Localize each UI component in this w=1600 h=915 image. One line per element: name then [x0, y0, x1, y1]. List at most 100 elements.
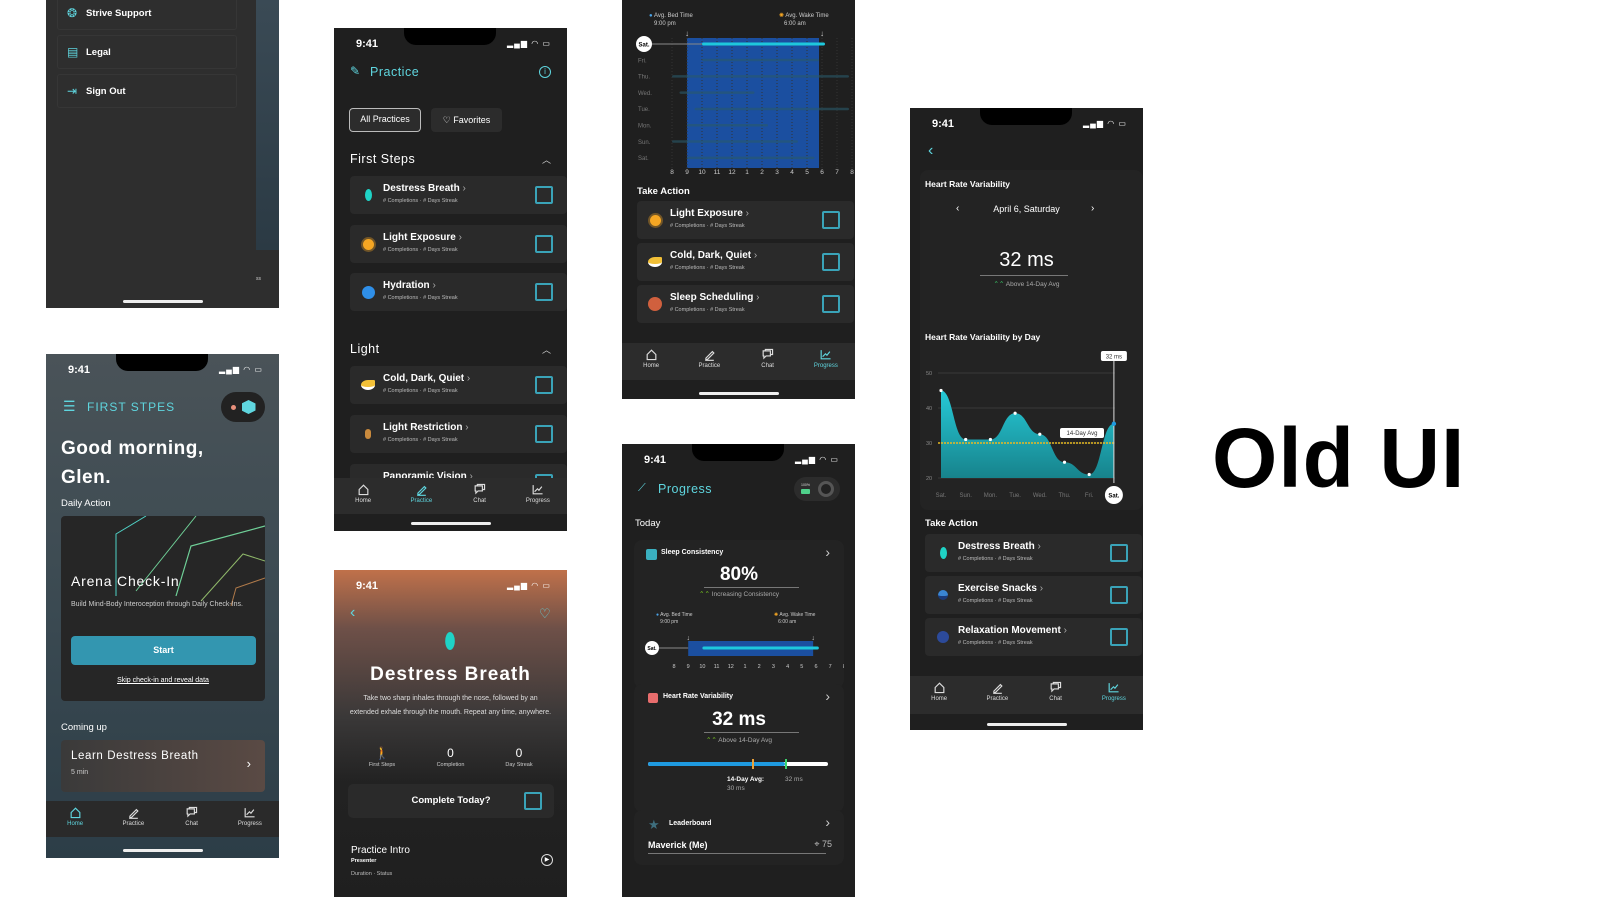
practice-item[interactable]: Destress Breath › # Completions · # Days …	[350, 176, 567, 214]
sleep-consistency-card[interactable]: Sleep Consistency › 80% ⌃⌃ Increasing Co…	[634, 540, 844, 688]
x-tick-label: 2	[758, 664, 761, 670]
complete-checkbox[interactable]	[1110, 586, 1128, 604]
hamburger-menu-icon[interactable]: ☰	[63, 398, 76, 415]
progress-screen: 9:41 ▂▄▆ ◠ ▭ ⟋ Progress 100% Today Sleep…	[622, 444, 855, 897]
start-button[interactable]: Start	[71, 636, 256, 665]
complete-checkbox[interactable]	[535, 235, 553, 253]
complete-checkbox[interactable]	[822, 211, 840, 229]
item-icon-wrap	[360, 187, 376, 203]
battery-icon	[801, 489, 810, 494]
completions-label: # Completions	[958, 640, 994, 646]
data-point	[1038, 432, 1042, 436]
nav-practice[interactable]: Practice	[972, 676, 1022, 714]
item-meta: # Completions · # Days Streak	[670, 223, 745, 229]
notch	[404, 28, 496, 45]
practice-item[interactable]: Hydration › # Completions · # Days Streak	[350, 273, 567, 311]
practice-item[interactable]: Destress Breath › # Completions · # Days …	[925, 534, 1142, 572]
leader-name: Maverick (Me)	[648, 840, 708, 850]
item-name: Light Exposure ›	[383, 232, 462, 243]
nav-practice[interactable]: Practice	[108, 801, 158, 837]
complete-checkbox[interactable]	[524, 792, 542, 810]
nav-chat[interactable]: Chat	[743, 343, 793, 380]
nav-label: Practice	[986, 696, 1009, 702]
collapse-chevron-icon[interactable]: ︿	[542, 343, 551, 356]
home-indicator	[411, 522, 491, 525]
complete-today-row[interactable]: Complete Today?	[348, 784, 554, 818]
chevron-right-icon: ›	[429, 280, 436, 291]
x-tick-label: 10	[699, 664, 705, 670]
stats-row: 🚶 First Steps 0 Completion 0 Day Streak	[348, 746, 553, 768]
practice-item[interactable]: Light Exposure › # Completions · # Days S…	[637, 201, 854, 239]
practice-item[interactable]: Light Exposure › # Completions · # Days S…	[350, 225, 567, 263]
complete-checkbox[interactable]	[535, 376, 553, 394]
practice-item[interactable]: Exercise Snacks › # Completions · # Days …	[925, 576, 1142, 614]
ring-device-icon	[818, 481, 834, 497]
item-icon-wrap	[935, 629, 951, 645]
sun-icon	[649, 214, 661, 226]
upcoming-practice-card[interactable]: Learn Destress Breath 5 min ›	[61, 740, 265, 792]
item-name: Destress Breath ›	[958, 541, 1041, 552]
document-icon: ▤	[67, 45, 79, 59]
nav-chat[interactable]: Chat	[1031, 676, 1081, 714]
practice-item[interactable]: Cold, Dark, Quiet › # Completions · # Day…	[637, 243, 854, 281]
completions-label: # Completions	[383, 295, 419, 301]
avg-reference-label: 14-Day Avg	[1060, 428, 1104, 438]
practice-item[interactable]: Light Restriction › # Completions · # Day…	[350, 415, 567, 453]
moon-cloud-icon	[361, 380, 375, 390]
menu-item-label: Sign Out	[86, 86, 126, 97]
y-tick-label: 50	[926, 371, 932, 377]
complete-checkbox[interactable]	[822, 295, 840, 313]
filter-favorites[interactable]: ♡ Favorites	[431, 108, 502, 132]
next-date-button[interactable]: ›	[1091, 203, 1094, 214]
nav-practice[interactable]: Practice	[684, 343, 734, 380]
hrv-card[interactable]: Heart Rate Variability › 32 ms ⌃⌃ Above …	[634, 684, 844, 812]
nav-home[interactable]: Home	[50, 801, 100, 837]
collapse-chevron-icon[interactable]: ︿	[542, 153, 551, 166]
home-indicator	[123, 300, 203, 303]
complete-checkbox[interactable]	[535, 283, 553, 301]
nav-home[interactable]: Home	[338, 478, 388, 514]
nav-practice[interactable]: Practice	[396, 478, 446, 514]
practice-item[interactable]: Sleep Scheduling › # Completions · # Days…	[637, 285, 854, 323]
heart-icon: ♡	[442, 115, 454, 125]
leaf-icon	[445, 632, 455, 650]
nav-progress[interactable]: Progress	[225, 801, 275, 837]
chevron-right-icon: ›	[464, 373, 471, 384]
menu-item[interactable]: ❂ Strive Support	[57, 0, 237, 30]
info-icon[interactable]: i	[539, 66, 551, 78]
back-arrow-icon[interactable]: ‹	[350, 604, 355, 622]
x-tick-label: 5	[800, 664, 803, 670]
complete-checkbox[interactable]	[1110, 628, 1128, 646]
chart-line-icon	[1108, 683, 1119, 693]
status-icons: ▂▄▆ ◠ ▭	[219, 365, 263, 374]
nav-progress[interactable]: Progress	[513, 478, 563, 514]
device-status-button[interactable]	[221, 392, 265, 422]
play-icon[interactable]: ▶	[541, 854, 553, 866]
nav-chat[interactable]: Chat	[167, 801, 217, 837]
complete-checkbox[interactable]	[1110, 544, 1128, 562]
practice-item[interactable]: Relaxation Movement › # Completions · # D…	[925, 618, 1142, 656]
trend-text: ⌃⌃ Increasing Consistency	[634, 590, 844, 598]
favorite-heart-icon[interactable]: ♡	[539, 606, 551, 622]
item-name: Light Exposure ›	[670, 208, 749, 219]
nav-home[interactable]: Home	[914, 676, 964, 714]
walking-figure-icon: 🚶	[374, 746, 390, 760]
complete-checkbox[interactable]	[822, 253, 840, 271]
item-icon-wrap	[935, 545, 951, 561]
skip-checkin-link[interactable]: Skip check-in and reveal data	[61, 677, 265, 684]
item-name-text: Destress Breath	[383, 183, 460, 194]
nav-label: Practice	[122, 821, 145, 827]
nav-chat[interactable]: Chat	[455, 478, 505, 514]
device-battery-button[interactable]: 100%	[794, 477, 840, 501]
filter-all-practices[interactable]: All Practices	[349, 108, 421, 132]
menu-item[interactable]: ▤ Legal	[57, 35, 237, 69]
leaderboard-card[interactable]: ★ Leaderboard › Maverick (Me) ⌖ 75	[634, 810, 844, 865]
nav-progress[interactable]: Progress	[801, 343, 851, 380]
back-arrow-icon[interactable]: ‹	[928, 142, 933, 160]
complete-checkbox[interactable]	[535, 186, 553, 204]
practice-item[interactable]: Cold, Dark, Quiet › # Completions · # Day…	[350, 366, 567, 404]
nav-progress[interactable]: Progress	[1089, 676, 1139, 714]
nav-home[interactable]: Home	[626, 343, 676, 380]
complete-checkbox[interactable]	[535, 425, 553, 443]
menu-item[interactable]: ⇥ Sign Out	[57, 74, 237, 108]
